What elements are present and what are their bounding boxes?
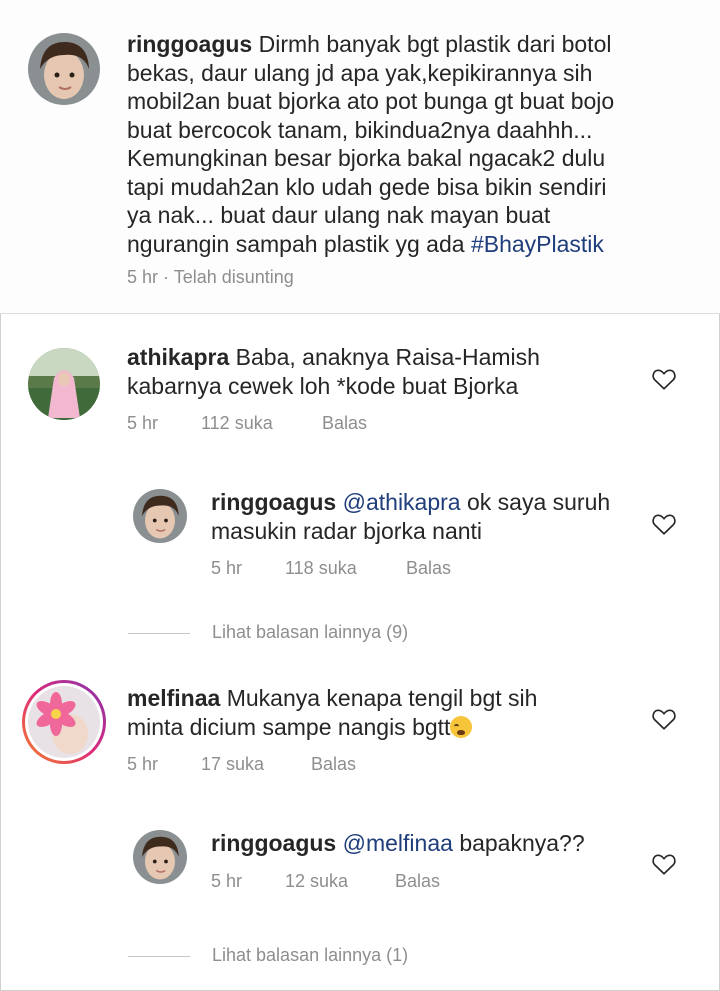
flower-photo-avatar-icon — [28, 686, 100, 758]
heart-outline-icon[interactable] — [651, 367, 677, 391]
reply-text-segment: bapaknya?? — [459, 830, 585, 856]
comment-text: athikapra Baba, anaknya Raisa-Hamish kab… — [127, 343, 647, 400]
reply-line-1: ringgoagus @melfinaa bapaknya?? — [211, 829, 651, 858]
avatar[interactable] — [133, 489, 187, 543]
reply-time: 5 hr — [211, 871, 243, 891]
caption-line-6: tapi mudah2an klo udah gede bisa bikin s… — [127, 173, 607, 200]
comment-likes[interactable]: 17 suka — [201, 754, 264, 775]
caption-text-segment: Dirmh banyak bgt plastik dari botol — [258, 31, 612, 57]
reply-button[interactable]: Balas — [395, 871, 440, 892]
comment-line-1: athikapra Baba, anaknya Raisa-Hamish — [127, 343, 647, 372]
mention-link[interactable]: @melfinaa — [343, 830, 453, 856]
reply-text: ringgoagus @athikapra ok saya suruh masu… — [211, 488, 651, 545]
caption-line-5: Kemungkinan besar bjorka bakal ngacak2 d… — [127, 145, 606, 171]
heart-outline-icon[interactable] — [651, 707, 677, 731]
hashtag-link[interactable]: #BhayPlastik — [471, 231, 604, 257]
caption-line-2: bekas, daur ulang jd apa yak,kepikiranny… — [127, 59, 593, 86]
reply-button[interactable]: Balas — [406, 558, 451, 579]
reply-button[interactable]: Balas — [311, 754, 356, 775]
view-more-replies-button[interactable]: Lihat balasan lainnya (1) — [128, 945, 448, 967]
heart-outline-icon[interactable] — [651, 852, 677, 876]
comment-line-1: melfinaa Mukanya kenapa tengil bgt sih — [127, 684, 647, 713]
comment-time: 5 hr — [127, 413, 159, 433]
caption-line-1: ringgoagus Dirmh banyak bgt plastik dari… — [127, 30, 697, 59]
reply-username[interactable]: ringgoagus — [211, 489, 336, 515]
caption-username[interactable]: ringgoagus — [127, 31, 252, 57]
reply-text-segment: ok saya suruh — [466, 489, 611, 515]
comment-text: melfinaa Mukanya kenapa tengil bgt sih m… — [127, 684, 647, 741]
comment-text-segment: Mukanya kenapa tengil bgt sih — [226, 685, 538, 711]
avatar[interactable] — [28, 33, 100, 105]
reply-button[interactable]: Balas — [322, 413, 367, 434]
comment-username[interactable]: melfinaa — [127, 685, 220, 711]
child-photo-avatar-icon — [28, 33, 100, 105]
avatar-story-ring[interactable] — [22, 680, 106, 764]
comment-text-segment: minta dicium sampe nangis bgtt — [127, 713, 451, 740]
loudly-crying-face-icon — [450, 715, 473, 738]
comment-time: 5 hr — [127, 754, 159, 774]
reply-time: 5 hr — [211, 558, 243, 578]
post-caption: ringgoagus Dirmh banyak bgt plastik dari… — [0, 0, 720, 314]
caption-line-4: buat bercocok tanam, bikindua2nya daahhh… — [127, 116, 593, 143]
child-photo-avatar-icon — [133, 830, 187, 884]
comment-likes[interactable]: 112 suka — [201, 413, 273, 434]
caption-line-3: mobil2an buat bjorka ato pot bunga gt bu… — [127, 88, 615, 114]
reply-line-2: masukin radar bjorka nanti — [211, 517, 483, 544]
hijab-photo-avatar-icon — [28, 348, 100, 420]
comment-username[interactable]: athikapra — [127, 344, 229, 370]
avatar[interactable] — [133, 830, 187, 884]
reply-likes[interactable]: 12 suka — [285, 871, 348, 892]
comment-line-2: kabarnya cewek loh *kode buat Bjorka — [127, 372, 519, 399]
reply-text: ringgoagus @melfinaa bapaknya?? — [211, 829, 651, 858]
view-more-replies-button[interactable]: Lihat balasan lainnya (9) — [128, 622, 448, 644]
caption-line-8: ngurangin sampah plastik yg ada #BhayPla… — [127, 230, 697, 259]
child-photo-avatar-icon — [133, 489, 187, 543]
heart-outline-icon[interactable] — [651, 512, 677, 536]
caption-line-7: ya nak... buat daur ulang nak mayan buat — [127, 202, 551, 228]
caption-text: ringgoagus Dirmh banyak bgt plastik dari… — [127, 30, 697, 258]
mention-link[interactable]: @athikapra — [343, 489, 461, 515]
divider — [128, 956, 190, 957]
reply-likes[interactable]: 118 suka — [285, 558, 357, 579]
reply-username[interactable]: ringgoagus — [211, 830, 336, 856]
comment-text-segment: Baba, anaknya Raisa-Hamish — [235, 344, 540, 370]
caption-meta: 5 hr · Telah disunting — [127, 267, 294, 287]
comment-line-2: minta dicium sampe nangis bgtt — [127, 713, 647, 742]
avatar — [28, 686, 100, 758]
divider — [128, 633, 190, 634]
caption-text-segment: ngurangin sampah plastik yg ada — [127, 230, 465, 257]
view-more-replies-label: Lihat balasan lainnya (9) — [212, 622, 409, 642]
view-more-replies-label: Lihat balasan lainnya (1) — [212, 945, 409, 965]
avatar[interactable] — [28, 348, 100, 420]
reply-line-1: ringgoagus @athikapra ok saya suruh — [211, 488, 651, 517]
